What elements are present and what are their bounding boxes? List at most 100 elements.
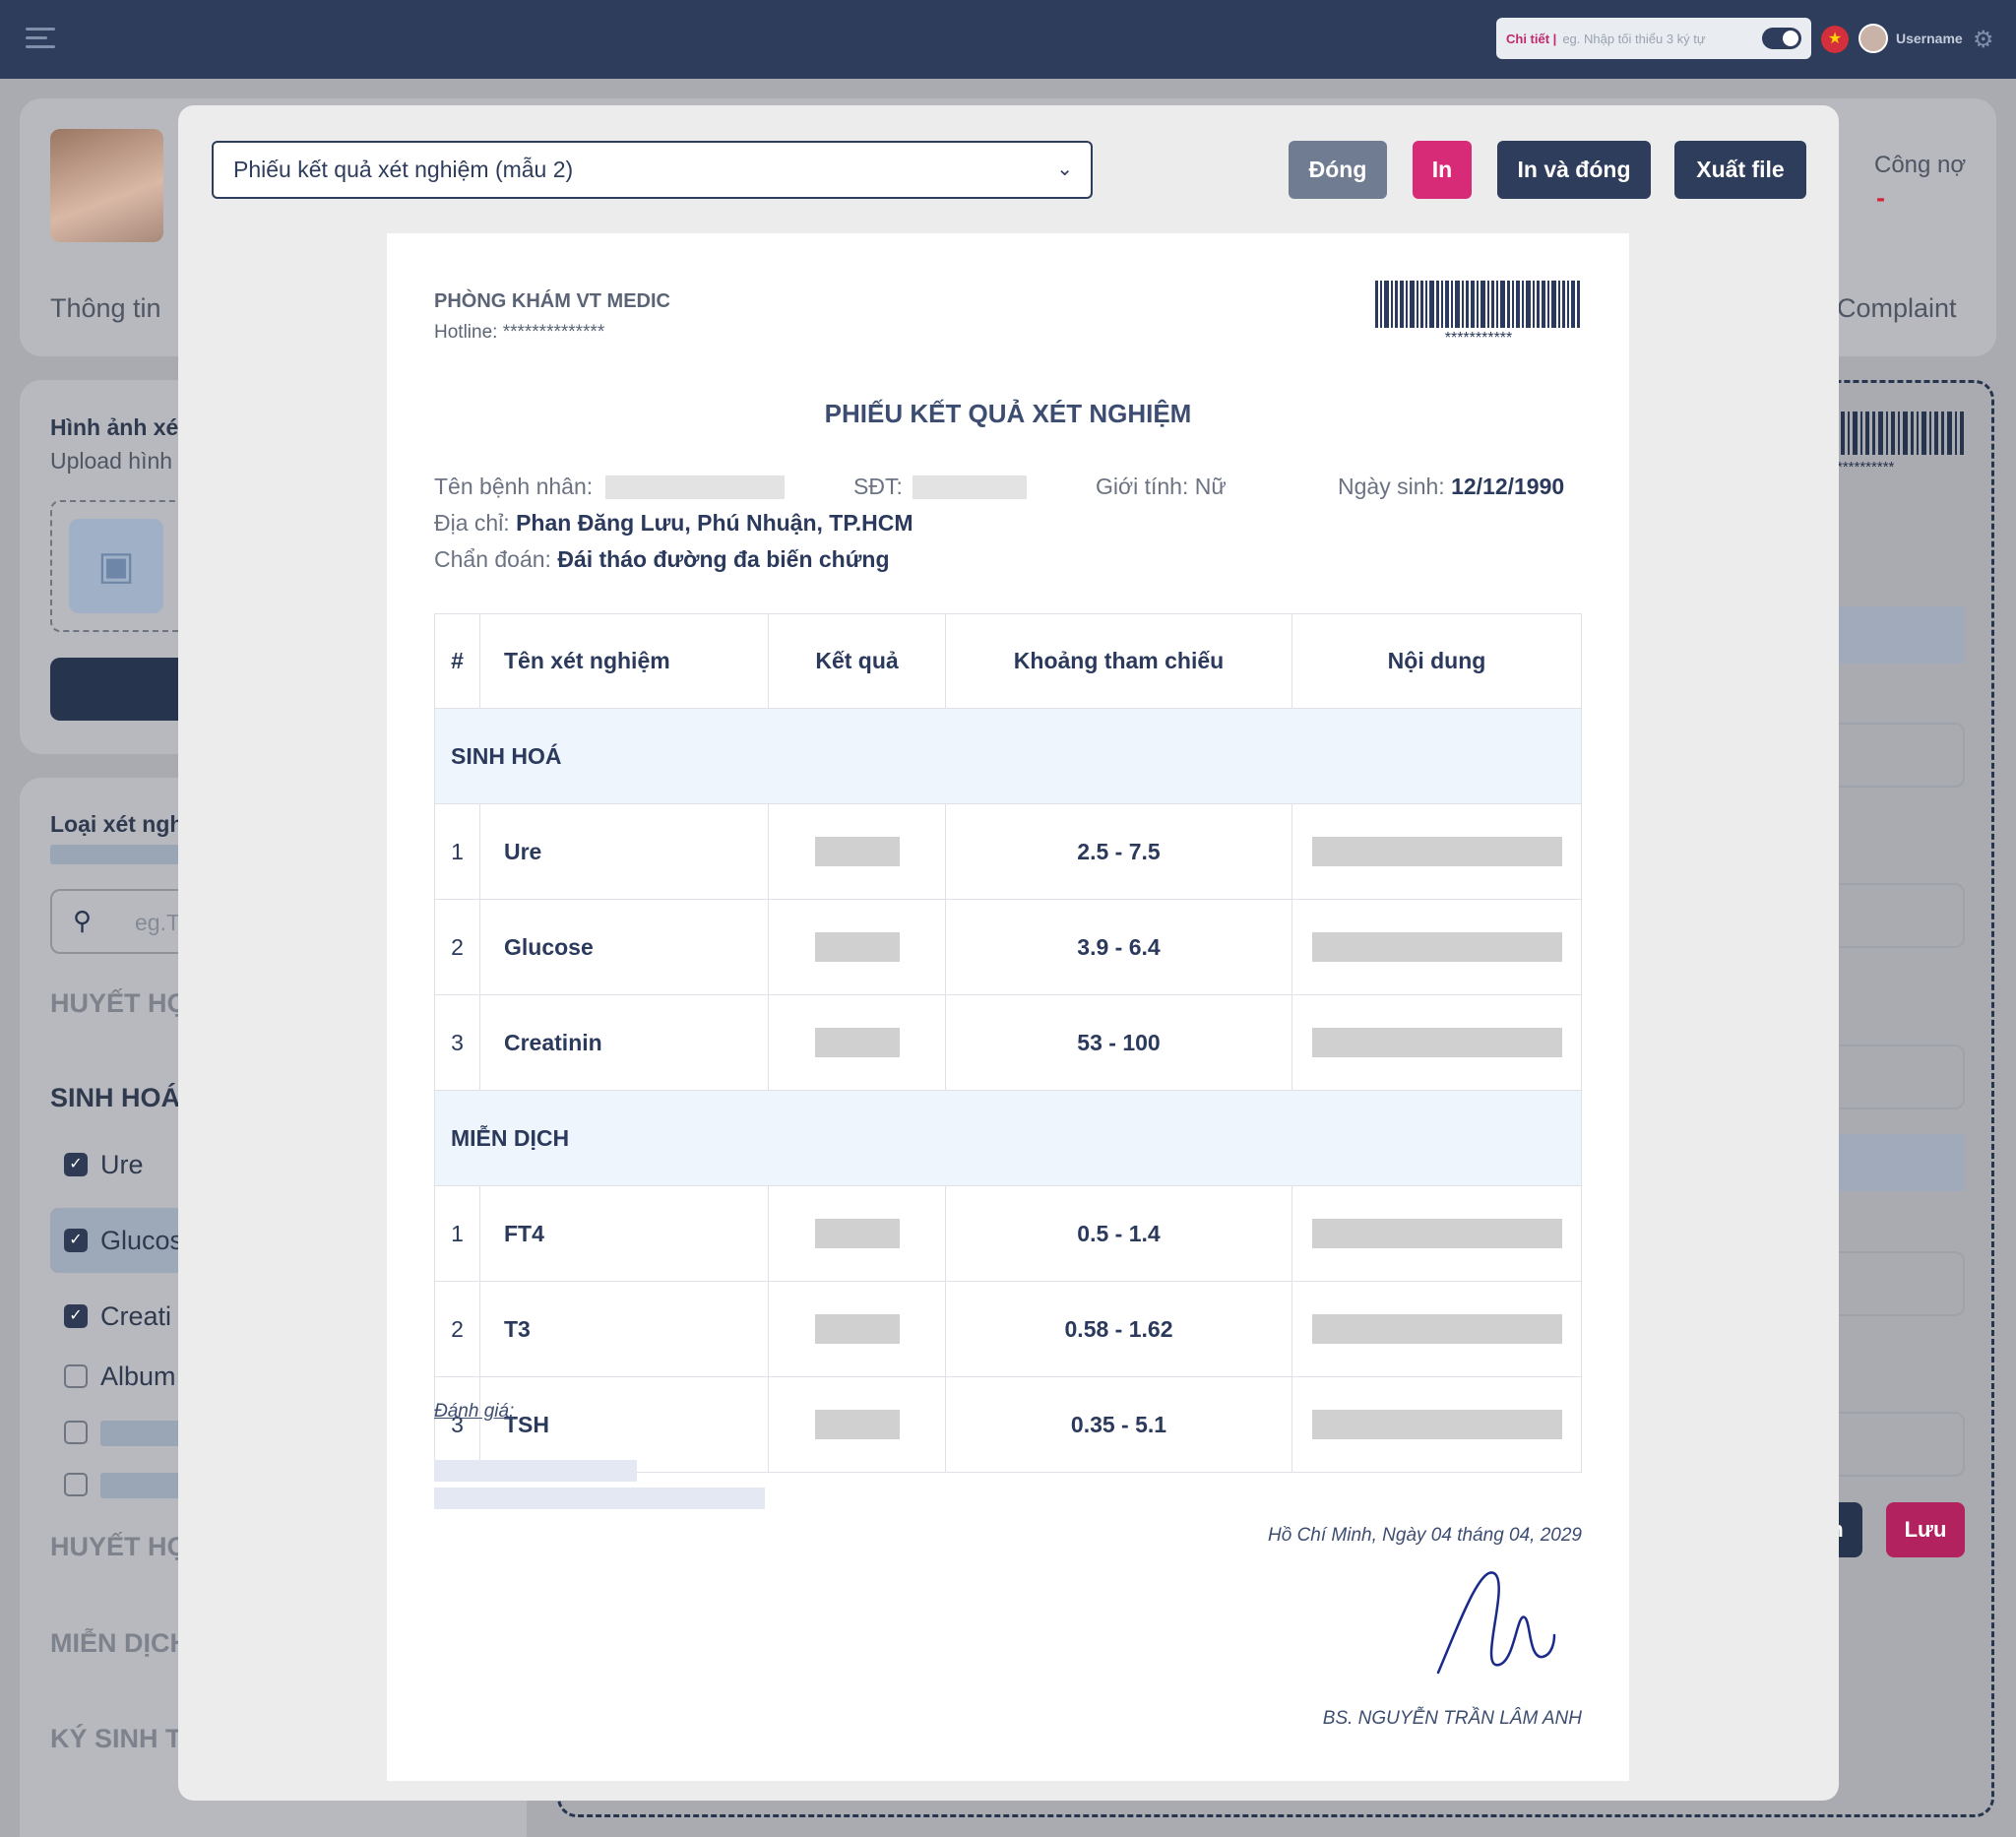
bg-barcode [1841,412,1964,455]
group-ky-sinh[interactable]: KÝ SINH T [50,1724,182,1754]
content-redacted [1311,1314,1562,1344]
checkbox-creatinin[interactable]: ✓ [64,1304,88,1328]
debt-value: - [1876,183,1885,213]
template-select-value: Phiếu kết quả xét nghiệm (mẫu 2) [233,157,574,182]
group-huyet-hoc-2[interactable]: HUYẾT HỌ [50,1532,188,1562]
row-index: 2 [434,1281,480,1377]
tab-complaint[interactable]: Complaint [1837,293,1957,324]
table-row: 3 TSH 0.35 - 5.1 [434,1376,1582,1473]
dob-label: Ngày sinh: [1338,474,1445,499]
address-field: Địa chỉ: Phan Đăng Lưu, Phú Nhuận, TP.HC… [434,510,914,537]
search-input[interactable]: eg. Nhập tối thiểu 3 ký tự [1562,32,1762,46]
save-button[interactable]: Lưu [1886,1502,1965,1557]
gender-label: Giới tính: Nữ [1096,474,1227,499]
tab-info[interactable]: Thông tin [50,293,161,324]
row-test-name: T3 [479,1281,769,1377]
doctor-name: BS. NGUYỄN TRẦN LÂM ANH [1322,1708,1582,1729]
menu-icon[interactable] [26,28,55,51]
row-result [768,1281,946,1377]
table-row: 3 Creatinin 53 - 100 [434,994,1582,1091]
section-row: SINH HOÁ [434,708,1582,804]
vietnam-flag-icon[interactable]: ★ [1821,26,1849,53]
col-content: Nội dung [1292,613,1582,709]
result-redacted [814,1028,900,1057]
results-table: # Tên xét nghiệm Kết quả Khoảng tham chi… [434,613,1582,1473]
item-glucose: Glucos [100,1226,184,1255]
col-test-name: Tên xét nghiệm [479,613,769,709]
row-test-name: TSH [479,1376,769,1473]
username-label[interactable]: Username [1896,31,1963,46]
global-search[interactable]: Chi tiết | eg. Nhập tối thiểu 3 ký tự [1496,18,1811,59]
row-content [1292,1281,1582,1377]
top-navbar: Chi tiết | eg. Nhập tối thiểu 3 ký tự ★ … [0,0,2016,79]
content-redacted [1311,1410,1562,1439]
row-content [1292,994,1582,1091]
content-redacted [1311,1028,1562,1057]
content-redacted [1311,932,1562,962]
chevron-down-icon[interactable]: ⌄ [1056,143,1073,197]
result-document: PHÒNG KHÁM VT MEDIC Hotline: ***********… [387,233,1629,1781]
clinic-name: PHÒNG KHÁM VT MEDIC [434,290,670,312]
row-result [768,1376,946,1473]
template-select[interactable]: Phiếu kết quả xét nghiệm (mẫu 2) ⌄ [212,141,1093,199]
print-button[interactable]: In [1413,141,1472,199]
user-avatar[interactable] [1858,24,1888,53]
upload-button[interactable] [50,658,188,721]
patient-name-redacted [605,475,785,499]
item-albumin: Album [100,1362,176,1391]
table-row: 2 T3 0.58 - 1.62 [434,1281,1582,1377]
image-icon: ▣ [69,519,163,613]
result-redacted [814,1219,900,1248]
image-section-subtitle: Upload hình [50,448,173,474]
checkbox-albumin[interactable] [64,1364,88,1388]
diagnosis-label: Chẩn đoán: [434,546,551,572]
result-redacted [814,837,900,866]
row-reference: 3.9 - 6.4 [945,899,1292,995]
clinic-hotline: Hotline: ************** [434,322,605,343]
item-placeholder-1 [100,1421,189,1446]
search-toggle[interactable] [1762,28,1801,49]
group-sinh-hoa[interactable]: SINH HOÁ [50,1083,180,1113]
place-date: Hồ Chí Minh, Ngày 04 tháng 04, 2029 [1268,1525,1582,1546]
checkbox-glucose[interactable]: ✓ [64,1229,88,1252]
address-label: Địa chỉ: [434,510,510,536]
result-redacted [814,1314,900,1344]
evaluation-text-redacted-1 [434,1460,637,1482]
patient-name-label: Tên bệnh nhân: [434,474,594,499]
address-value: Phan Đăng Lưu, Phú Nhuận, TP.HCM [516,510,914,536]
content-redacted [1311,837,1562,866]
item-placeholder-2 [100,1473,189,1498]
row-reference: 0.5 - 1.4 [945,1185,1292,1282]
row-result [768,899,946,995]
search-mode-label[interactable]: Chi tiết | [1496,32,1562,46]
image-section-title: Hình ảnh xé [50,414,179,440]
print-and-close-button[interactable]: In và đóng [1497,141,1651,199]
export-file-button[interactable]: Xuất file [1674,141,1806,199]
row-index: 1 [434,1185,480,1282]
table-row: 2 Glucose 3.9 - 6.4 [434,899,1582,995]
item-creatinin: Creati [100,1301,172,1331]
row-reference: 0.58 - 1.62 [945,1281,1292,1377]
row-reference: 53 - 100 [945,994,1292,1091]
group-huyet-hoc[interactable]: HUYẾT HỌ [50,988,188,1019]
patient-avatar [50,129,163,242]
item-ure: Ure [100,1150,144,1179]
evaluation-text-redacted-2 [434,1488,765,1509]
group-mien-dich[interactable]: MIỄN DỊCH [50,1628,189,1659]
bg-barcode-caption: ********** [1837,459,1895,475]
checkbox-ure[interactable]: ✓ [64,1153,88,1176]
checkbox-placeholder-2[interactable] [64,1473,88,1496]
close-button[interactable]: Đóng [1289,141,1387,199]
dob-field: Ngày sinh: 12/12/1990 [1338,474,1564,500]
gear-icon[interactable]: ⚙ [1973,26,1994,54]
barcode-icon [1375,281,1580,328]
print-preview-modal: Phiếu kết quả xét nghiệm (mẫu 2) ⌄ Đóng … [178,105,1839,1801]
row-content [1292,899,1582,995]
checkbox-placeholder-1[interactable] [64,1421,88,1444]
test-type-title: Loại xét ngh [50,811,184,837]
tab-debt[interactable]: Công nợ [1874,152,1966,179]
row-reference: 0.35 - 5.1 [945,1376,1292,1473]
row-index: 1 [434,803,480,900]
dob-value: 12/12/1990 [1451,474,1565,499]
row-result [768,994,946,1091]
